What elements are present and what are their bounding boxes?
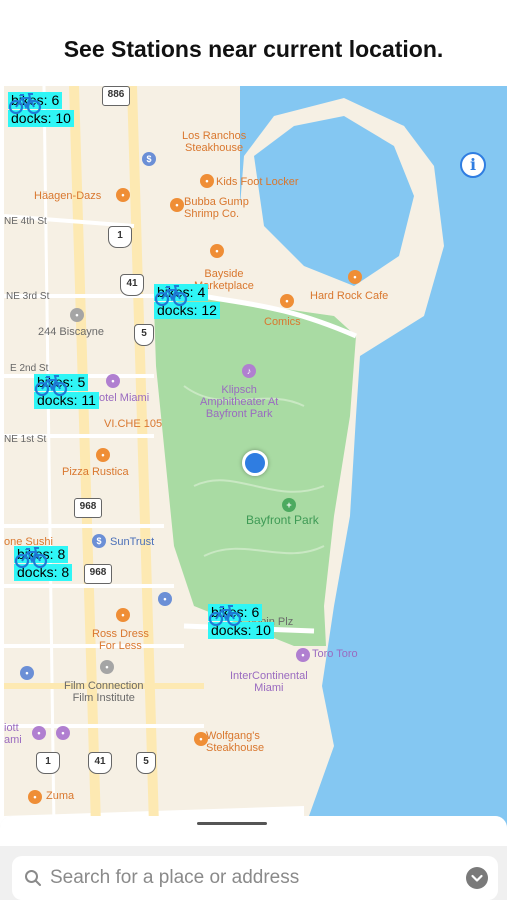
shop-pin-icon[interactable]: • (116, 608, 130, 622)
bike-station[interactable]: bikes: 4 docks: 12 (154, 284, 220, 320)
sheet-grabber-handle[interactable] (197, 822, 267, 825)
poi-iott[interactable]: iott ami (4, 722, 22, 746)
bike-station[interactable]: bikes: 5 docks: 11 (34, 374, 99, 410)
bike-station[interactable]: bikes: 8 docks: 8 (14, 546, 73, 582)
bank-pin-icon[interactable]: $ (142, 152, 156, 166)
poi-bubba-gump[interactable]: Bubba Gump Shrimp Co. (184, 196, 249, 220)
bank-pin-icon[interactable]: $ (92, 534, 106, 548)
highway-shield: 1 (36, 752, 60, 774)
highway-shield: 41 (88, 752, 112, 774)
poi-vi-che[interactable]: VI.CHE 105 (104, 418, 162, 430)
map-view[interactable]: Los Ranchos Steakhouse $ Häagen-Dazs • •… (4, 86, 507, 830)
bottom-sheet[interactable]: Search for a place or address (0, 816, 507, 900)
highway-shield: 968 (84, 564, 112, 584)
icecream-pin-icon[interactable]: • (116, 188, 130, 202)
bicycle-icon (8, 93, 42, 114)
building-pin-icon[interactable]: • (70, 308, 84, 322)
park-pin-icon[interactable]: + (282, 498, 296, 512)
building-pin-icon[interactable]: • (100, 660, 114, 674)
poi-zuma[interactable]: Zuma (46, 790, 74, 802)
poi-pizza-rustica[interactable]: Pizza Rustica (62, 466, 129, 478)
search-field[interactable]: Search for a place or address (12, 856, 498, 900)
restaurant-pin-icon[interactable]: • (28, 790, 42, 804)
restaurant-pin-icon[interactable]: • (96, 448, 110, 462)
poi-toro-toro[interactable]: Toro Toro (312, 648, 358, 660)
restaurant-pin-icon[interactable]: • (170, 198, 184, 212)
poi-los-ranchos[interactable]: Los Ranchos Steakhouse (182, 130, 246, 154)
shop-pin-icon[interactable]: • (280, 294, 294, 308)
poi-ross[interactable]: Ross Dress For Less (92, 628, 149, 652)
highway-shield: 968 (74, 498, 102, 518)
street-label: NE 1st St (4, 434, 47, 445)
poi-hard-rock[interactable]: Hard Rock Cafe (310, 290, 388, 302)
highway-shield: 5 (134, 324, 154, 346)
shop-pin-icon[interactable]: • (200, 174, 214, 188)
poi-film-connection[interactable]: Film Connection Film Institute (64, 680, 143, 704)
bicycle-icon (14, 547, 48, 568)
restaurant-pin-icon[interactable]: • (210, 244, 224, 258)
poi-wolfgangs[interactable]: Wolfgang's Steakhouse (206, 730, 264, 754)
info-button[interactable]: i (460, 152, 486, 178)
transit-pin-icon[interactable]: • (158, 592, 172, 606)
street-label: NE 4th St (4, 216, 47, 227)
poi-bayfront-park[interactable]: Bayfront Park (246, 514, 319, 526)
restaurant-pin-icon[interactable]: • (296, 648, 310, 662)
poi-klipsch[interactable]: Klipsch Amphitheater At Bayfront Park (200, 384, 278, 420)
search-placeholder: Search for a place or address (50, 867, 300, 888)
bike-station[interactable]: bikes: 6 docks: 10 (208, 604, 274, 640)
highway-shield: 1 (108, 226, 132, 248)
poi-haagen-dazs[interactable]: Häagen-Dazs (34, 190, 101, 202)
poi-comics[interactable]: Comics (264, 316, 301, 328)
bike-station[interactable]: bikes: 6 docks: 10 (8, 92, 74, 128)
poi-intercontinental[interactable]: InterContinental Miami (230, 670, 308, 694)
page-title: See Stations near current location. (63, 36, 444, 62)
poi-kids-foot-locker[interactable]: Kids Foot Locker (216, 176, 299, 188)
sheet-header (0, 816, 507, 846)
music-pin-icon[interactable]: ♪ (242, 364, 256, 378)
current-location-dot (242, 450, 268, 476)
hotel-pin-icon[interactable]: • (106, 374, 120, 388)
highway-shield: 886 (102, 86, 130, 106)
poi-244-biscayne[interactable]: 244 Biscayne (38, 326, 104, 338)
poi-pin-icon[interactable]: • (32, 726, 46, 740)
street-label: NE 3rd St (6, 291, 50, 302)
poi-pin-icon[interactable]: • (56, 726, 70, 740)
transit-pin-icon[interactable]: • (20, 666, 34, 680)
bicycle-icon (34, 375, 68, 396)
poi-suntrust[interactable]: SunTrust (110, 536, 154, 548)
restaurant-pin-icon[interactable]: • (348, 270, 362, 284)
highway-shield: 5 (136, 752, 156, 774)
bicycle-icon (154, 285, 188, 306)
chevron-down-icon[interactable] (466, 867, 488, 889)
highway-shield: 41 (120, 274, 144, 296)
search-icon (25, 870, 41, 886)
bicycle-icon (208, 605, 242, 626)
